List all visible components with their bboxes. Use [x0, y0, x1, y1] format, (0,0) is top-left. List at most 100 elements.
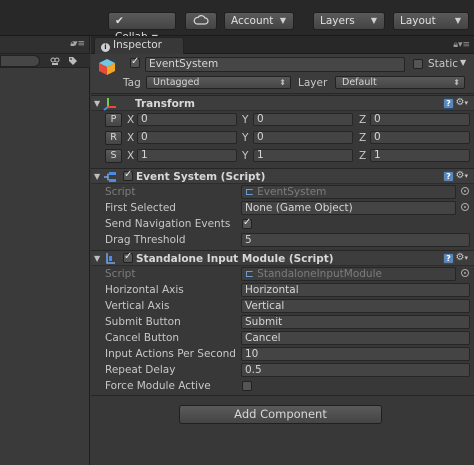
cloud-icon: [193, 15, 209, 25]
transform-header[interactable]: ▼ Transform ? ⚙▾: [91, 95, 474, 111]
first-selected-field[interactable]: None (Game Object): [241, 201, 469, 215]
add-component-button[interactable]: Add Component: [179, 405, 382, 424]
rotation-x-field[interactable]: 0: [137, 131, 237, 144]
position-x-field[interactable]: 0: [137, 113, 237, 126]
chevron-down-icon: ▼: [370, 16, 377, 25]
position-y-field[interactable]: 0: [253, 113, 353, 126]
gameobject-cube-icon: [99, 59, 115, 75]
standalone-input-script-field: ⊏ StandaloneInputModule: [241, 267, 469, 281]
rotation-z-field[interactable]: 0: [370, 131, 470, 144]
static-checkbox[interactable]: [413, 59, 423, 69]
axis-x-label: X: [127, 150, 135, 162]
send-navigation-checkbox[interactable]: [242, 217, 252, 229]
layers-label: Layers: [320, 15, 355, 27]
standalone-input-enabled-checkbox[interactable]: [123, 251, 133, 263]
account-dropdown[interactable]: Account ▼: [224, 12, 294, 30]
hierarchy-panel: 🔒︎ ▾≡: [0, 36, 90, 465]
scale-x-field[interactable]: 1: [137, 149, 237, 162]
transform-title: Transform: [135, 98, 195, 110]
event-system-title: Event System (Script): [136, 171, 266, 183]
gameobject-name-field[interactable]: EventSystem: [145, 57, 405, 72]
submit-button-label: Submit Button: [105, 316, 181, 328]
rotation-y-field[interactable]: 0: [253, 131, 353, 144]
scale-z-field[interactable]: 1: [370, 149, 470, 162]
vertical-axis-label: Vertical Axis: [105, 300, 170, 312]
inspector-tab-bar: i Inspector 🔒︎ ▾≡: [91, 36, 474, 54]
help-book-icon[interactable]: ?: [443, 171, 454, 182]
chevron-down-icon: ▼: [279, 16, 286, 25]
script-file-icon: ⊏: [245, 268, 254, 280]
script-label: Script: [105, 186, 136, 198]
rotation-reset-button[interactable]: R: [105, 131, 122, 145]
position-z-field[interactable]: 0: [370, 113, 470, 126]
hierarchy-search-input[interactable]: [0, 55, 40, 67]
force-module-active-checkbox[interactable]: [242, 381, 252, 391]
send-navigation-label: Send Navigation Events: [105, 218, 231, 230]
filter-icon[interactable]: [50, 56, 60, 66]
gameobject-header: EventSystem Static ▼ Tag Untagged ⬍ Laye…: [91, 54, 474, 94]
repeat-delay-field[interactable]: 0.5: [241, 363, 470, 377]
input-actions-field[interactable]: 10: [241, 347, 470, 361]
input-module-icon: [106, 253, 115, 264]
object-picker-icon[interactable]: [461, 203, 469, 211]
event-system-script-field: ⊏ EventSystem: [241, 185, 469, 199]
help-book-icon[interactable]: ?: [443, 98, 454, 109]
foldout-arrow-icon[interactable]: ▼: [94, 172, 100, 181]
standalone-input-title: Standalone Input Module (Script): [136, 253, 334, 265]
help-book-icon[interactable]: ?: [443, 253, 454, 264]
scale-reset-button[interactable]: S: [105, 149, 122, 163]
gameobject-active-checkbox[interactable]: [130, 56, 140, 68]
updown-arrow-icon: ⬍: [279, 78, 286, 87]
position-reset-button[interactable]: P: [105, 113, 122, 127]
panel-menu-icon[interactable]: ▾≡: [458, 40, 470, 50]
info-icon: i: [101, 43, 110, 52]
inspector-panel: iInspector 🔒︎ ▾≡ EventSystem Static ▼ Ta…: [91, 36, 474, 465]
transform-axis-icon: [103, 98, 116, 111]
top-toolbar: ✔ Collab▼ Account ▼ Layers ▼ Layout ▼: [0, 0, 474, 43]
standalone-input-header[interactable]: ▼ Standalone Input Module (Script) ? ⚙▾: [91, 250, 474, 266]
script-file-icon: ⊏: [245, 186, 254, 198]
script-label: Script: [105, 268, 136, 280]
gear-icon[interactable]: ⚙▾: [456, 252, 468, 263]
event-system-enabled-checkbox[interactable]: [123, 169, 133, 181]
inspector-tab-label: Inspector: [113, 39, 162, 51]
collab-button[interactable]: ✔ Collab▼: [108, 12, 176, 43]
repeat-delay-label: Repeat Delay: [105, 364, 176, 376]
chevron-down-icon: ▼: [454, 16, 461, 25]
foldout-arrow-icon[interactable]: ▼: [94, 254, 100, 263]
submit-button-field[interactable]: Submit: [241, 315, 470, 329]
first-selected-label: First Selected: [105, 202, 176, 214]
horizontal-axis-label: Horizontal Axis: [105, 284, 184, 296]
tag-dropdown[interactable]: Untagged ⬍: [146, 76, 291, 89]
tag-value: Untagged: [153, 77, 200, 88]
horizontal-axis-field[interactable]: Horizontal: [241, 283, 470, 297]
account-label: Account: [231, 15, 274, 27]
gear-icon[interactable]: ⚙▾: [456, 97, 468, 108]
static-label: Static: [428, 58, 459, 70]
object-picker-icon: [461, 269, 469, 277]
scale-y-field[interactable]: 1: [253, 149, 353, 162]
check-icon: ✔: [115, 15, 124, 27]
axis-x-label: X: [127, 114, 135, 126]
first-selected-value: None (Game Object): [245, 202, 353, 214]
layer-value: Default: [342, 77, 377, 88]
updown-arrow-icon: ⬍: [453, 78, 460, 87]
tab-inspector[interactable]: i Inspector: [94, 37, 184, 54]
axis-z-label: Z: [359, 114, 367, 126]
layers-dropdown[interactable]: Layers ▼: [313, 12, 385, 30]
event-system-header[interactable]: ▼ Event System (Script) ? ⚙▾: [91, 168, 474, 184]
layer-dropdown[interactable]: Default ⬍: [335, 76, 465, 89]
cloud-button[interactable]: [185, 12, 217, 30]
vertical-axis-field[interactable]: Vertical: [241, 299, 470, 313]
components-divider: [91, 395, 474, 396]
drag-threshold-label: Drag Threshold: [105, 234, 186, 246]
layout-dropdown[interactable]: Layout ▼: [393, 12, 469, 30]
drag-threshold-field[interactable]: 5: [241, 233, 470, 247]
panel-menu-icon[interactable]: ▾≡: [73, 39, 85, 49]
cancel-button-field[interactable]: Cancel: [241, 331, 470, 345]
tag-icon[interactable]: [68, 56, 78, 66]
foldout-arrow-icon[interactable]: ▼: [94, 99, 100, 108]
gear-icon[interactable]: ⚙▾: [456, 170, 468, 181]
layout-label: Layout: [400, 15, 436, 27]
static-dropdown-icon[interactable]: ▼: [460, 58, 466, 67]
